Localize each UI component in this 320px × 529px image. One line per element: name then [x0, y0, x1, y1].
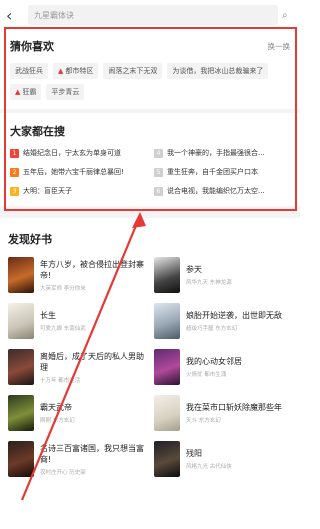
book-cover	[8, 303, 34, 339]
book-card[interactable]: 离婚后，成了天后的私人男助理十万年 都市生活	[8, 349, 146, 385]
top-bar: ‹ 九星霸体诀 ⌕	[0, 0, 300, 30]
book-card[interactable]: 参天风华九天 东神龙源	[154, 257, 292, 293]
book-title: 名诗三百富诸国，我只想当富商!	[40, 443, 144, 464]
book-cover	[154, 441, 180, 477]
search-placeholder: 九星霸体诀	[34, 10, 74, 20]
book-title: 参天	[186, 265, 202, 274]
back-arrow-icon[interactable]: ‹	[6, 6, 22, 25]
book-title: 长生	[40, 311, 56, 320]
book-meta: 十万年 都市生活	[40, 377, 81, 384]
book-title: 离婚后，成了天后的私人男助理	[40, 351, 144, 372]
book-meta: 刚刚 东方玄幻	[40, 418, 75, 424]
search-input[interactable]: 九星霸体诀	[28, 5, 278, 25]
book-meta: 火情优 都市生涌	[186, 372, 227, 378]
highlight-box	[4, 27, 297, 211]
discover-section: 发现好书 年方八岁，被合侵拉出登封寨帝! 大英军师 李分你米 参天风华九天 东神龙…	[0, 218, 300, 477]
book-meta: 农村庄开心 历史架	[40, 469, 86, 476]
book-cover	[8, 441, 34, 477]
discover-title: 发现好书	[8, 233, 52, 246]
book-meta: 超级巧手屋 东方玄幻	[186, 326, 238, 332]
book-title: 年方八岁，被合侵拉出登封寨帝!	[40, 259, 144, 280]
book-grid: 年方八岁，被合侵拉出登封寨帝! 大英军师 李分你米 参天风华九天 东神龙源 长生可…	[8, 257, 292, 477]
book-meta: 大英军师 李分你米	[40, 285, 86, 292]
book-title: 残阳	[186, 449, 202, 458]
book-card[interactable]: 年方八岁，被合侵拉出登封寨帝! 大英军师 李分你米	[8, 257, 146, 293]
book-card[interactable]: 我的心动女邻居 火情优 都市生涌	[154, 349, 292, 385]
book-cover	[154, 349, 180, 385]
book-card[interactable]: 名诗三百富诸国，我只想当富商! 农村庄开心 历史架	[8, 441, 146, 477]
book-title: 我在菜市口斩妖除魔那些年	[186, 403, 282, 412]
book-title: 霸天武帝	[40, 403, 72, 412]
book-card[interactable]: 残阳风格九光 古代仙侠	[154, 441, 292, 477]
book-cover	[154, 303, 180, 339]
book-card[interactable]: 霸天武帝刚刚 东方玄幻	[8, 395, 146, 431]
book-meta: 风格九光 古代仙侠	[186, 464, 232, 470]
book-cover	[8, 395, 34, 431]
book-cover	[8, 257, 34, 293]
book-card[interactable]: 娘胎开始逆袭，出世即无敌 超级巧手屋 东方玄幻	[154, 303, 292, 339]
book-meta: 可爱九娘 东南仙武	[40, 326, 86, 332]
search-icon[interactable]: ⌕	[282, 10, 294, 21]
book-cover	[154, 257, 180, 293]
book-cover	[8, 349, 34, 385]
book-title: 我的心动女邻居	[186, 357, 242, 366]
book-meta: 天斗 东方玄幻	[186, 418, 221, 424]
book-cover	[154, 395, 180, 431]
book-card[interactable]: 我在菜市口斩妖除魔那些年 天斗 东方玄幻	[154, 395, 292, 431]
book-meta: 风华九天 东神龙源	[186, 280, 232, 286]
book-card[interactable]: 长生可爱九娘 东南仙武	[8, 303, 146, 339]
book-title: 娘胎开始逆袭，出世即无敌	[186, 311, 282, 320]
